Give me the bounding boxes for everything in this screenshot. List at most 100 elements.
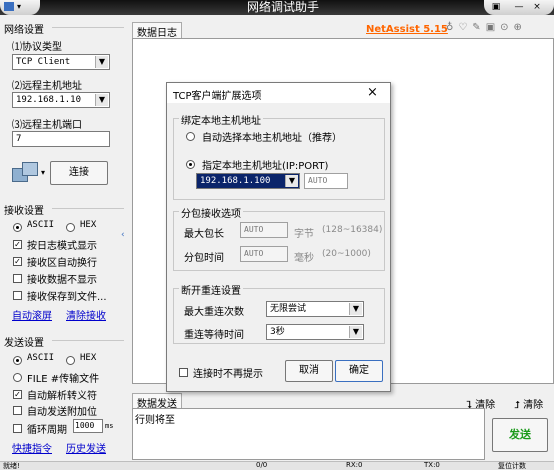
receive-hex-radio[interactable]	[66, 223, 75, 232]
info-icon[interactable]: ⊕	[514, 22, 527, 33]
local-ip-value: 192.168.1.100	[200, 176, 271, 186]
retry-wait-label: 重连等待时间	[184, 330, 244, 341]
receive-option-checkbox[interactable]	[13, 274, 22, 283]
network-icon[interactable]: ▾	[12, 160, 45, 188]
remote-port-label: ⑶远程主机端口	[12, 120, 82, 131]
send-hex-radio[interactable]	[66, 356, 75, 365]
settings-icon[interactable]: ♁	[446, 22, 458, 33]
reconnect-title: 断开重连设置	[179, 282, 243, 297]
receive-option-checkbox[interactable]: ✓	[13, 257, 22, 266]
cycle-unit: ms	[105, 422, 114, 430]
send-ascii-label: ASCII	[27, 353, 55, 363]
reset-counter-button[interactable]: 复位计数	[498, 461, 526, 470]
status-counter: 0/0	[256, 461, 268, 469]
local-ip-select[interactable]: 192.168.1.100 ▼	[196, 173, 300, 189]
remote-ip-select[interactable]: 192.168.1.10 ▼	[12, 92, 110, 108]
app-menu-tab[interactable]: ▾	[0, 0, 40, 15]
protocol-label: ⑴协议类型	[12, 42, 62, 53]
receive-settings-title: 接收设置	[4, 206, 44, 217]
send-option-label: 自动发送附加位	[27, 407, 97, 418]
status-tx: TX:0	[424, 461, 440, 469]
send-hex-label: HEX	[80, 353, 97, 363]
network-settings-title: 网络设置	[4, 25, 44, 36]
chevron-down-icon: ▼	[95, 56, 108, 68]
remote-ip-label: ⑵远程主机地址	[12, 81, 82, 92]
divider	[52, 340, 124, 341]
retry-wait-select[interactable]: 3秒 ▼	[266, 324, 364, 340]
protocol-value: TCP Client	[16, 57, 71, 67]
divider	[52, 27, 124, 28]
connect-button[interactable]: 连接	[50, 161, 108, 185]
status-rx: RX:0	[346, 461, 363, 469]
remote-ip-value: 192.168.1.10	[16, 95, 82, 105]
send-option-checkbox[interactable]	[13, 406, 22, 415]
close-button[interactable]: ×	[530, 1, 544, 13]
save-icon[interactable]: ▣	[486, 22, 500, 33]
tab-data-log[interactable]: 数据日志	[132, 22, 182, 39]
max-length-unit: 字节	[294, 229, 314, 240]
max-length-input[interactable]: AUTO	[240, 222, 288, 238]
send-button[interactable]: 发送	[492, 418, 548, 452]
minimize-button[interactable]: —	[512, 1, 526, 13]
app-icon	[4, 2, 14, 11]
auto-scroll-link[interactable]: 自动滚屏	[12, 307, 52, 322]
packet-time-input[interactable]: AUTO	[240, 246, 288, 262]
status-bar: 就绪! 0/0 RX:0 TX:0 复位计数	[0, 461, 554, 470]
max-retry-select[interactable]: 无限尝试 ▼	[266, 301, 364, 317]
tab-data-send[interactable]: 数据发送	[132, 393, 182, 410]
send-input[interactable]: 行则将至	[132, 408, 485, 460]
cycle-checkbox[interactable]	[13, 424, 22, 433]
reconnect-group: 断开重连设置 最大重连次数 无限尝试 ▼ 重连等待时间 3秒 ▼	[173, 282, 385, 344]
cycle-input[interactable]: 1000	[73, 419, 103, 433]
edit-icon[interactable]: ✎	[472, 22, 485, 33]
max-retry-label: 最大重连次数	[184, 307, 244, 318]
auto-select-label: 自动选择本地主机地址（推荐）	[202, 133, 342, 144]
dialog-title: TCP客户端扩展选项	[173, 91, 262, 102]
chevron-down-icon: ▼	[285, 175, 298, 187]
receive-option-checkbox[interactable]: ✓	[13, 240, 22, 249]
packet-time-label: 分包时间	[184, 253, 224, 264]
remote-port-input[interactable]: 7	[12, 131, 110, 147]
send-file-radio[interactable]	[13, 373, 22, 382]
toolbar-icons: ♁♡✎▣⊙⊕	[446, 22, 554, 36]
divider	[52, 208, 124, 209]
chevron-down-icon: ▼	[349, 326, 362, 338]
window-controls: ▣ — ×	[484, 0, 554, 15]
max-length-label: 最大包长	[184, 229, 224, 240]
max-retry-value: 无限尝试	[270, 304, 307, 314]
send-option-checkbox[interactable]: ✓	[13, 390, 22, 399]
brand-link[interactable]: NetAssist 5.15	[366, 24, 448, 35]
cancel-button[interactable]: 取消	[285, 360, 333, 382]
protocol-select[interactable]: TCP Client ▼	[12, 54, 110, 70]
auto-select-radio[interactable]	[186, 132, 195, 141]
ok-button[interactable]: 确定	[335, 360, 383, 382]
local-port-input[interactable]: AUTO	[304, 173, 348, 189]
receive-option-label: 接收保存到文件...	[27, 292, 107, 303]
no-prompt-label: 连接时不再提示	[193, 369, 263, 380]
receive-ascii-label: ASCII	[27, 220, 55, 230]
cycle-label: 循环周期	[27, 425, 67, 436]
refresh-icon[interactable]: ⊙	[500, 22, 513, 33]
help-icon[interactable]: ♡	[458, 22, 472, 33]
send-ascii-radio[interactable]	[13, 356, 22, 365]
receive-ascii-radio[interactable]	[13, 223, 22, 232]
menu-dropdown-icon: ▾	[17, 2, 22, 11]
send-settings-title: 发送设置	[4, 338, 44, 349]
packet-time-range: (20~1000)	[322, 249, 371, 259]
retry-wait-value: 3秒	[270, 327, 285, 337]
collapse-panel-icon[interactable]: ‹	[121, 230, 129, 250]
specify-address-label: 指定本地主机地址(IP:PORT)	[202, 161, 329, 172]
chevron-down-icon: ▼	[95, 94, 108, 106]
options-icon[interactable]: ▣	[489, 1, 503, 13]
bind-address-group: 绑定本地主机地址 自动选择本地主机地址（推荐） 指定本地主机地址(IP:PORT…	[173, 112, 385, 200]
quick-command-link[interactable]: 快捷指令	[12, 440, 52, 455]
receive-hex-label: HEX	[80, 220, 97, 230]
clear-receive-link[interactable]: 清除接收	[66, 307, 106, 322]
no-prompt-checkbox[interactable]	[179, 368, 188, 377]
history-link[interactable]: 历史发送	[66, 440, 106, 455]
receive-option-label: 接收数据不显示	[27, 275, 97, 286]
clear-all-link[interactable]: ⮥ 清除	[514, 396, 543, 411]
receive-option-checkbox[interactable]	[13, 291, 22, 300]
dialog-close-button[interactable]: ×	[367, 85, 378, 100]
specify-address-radio[interactable]	[186, 160, 195, 169]
